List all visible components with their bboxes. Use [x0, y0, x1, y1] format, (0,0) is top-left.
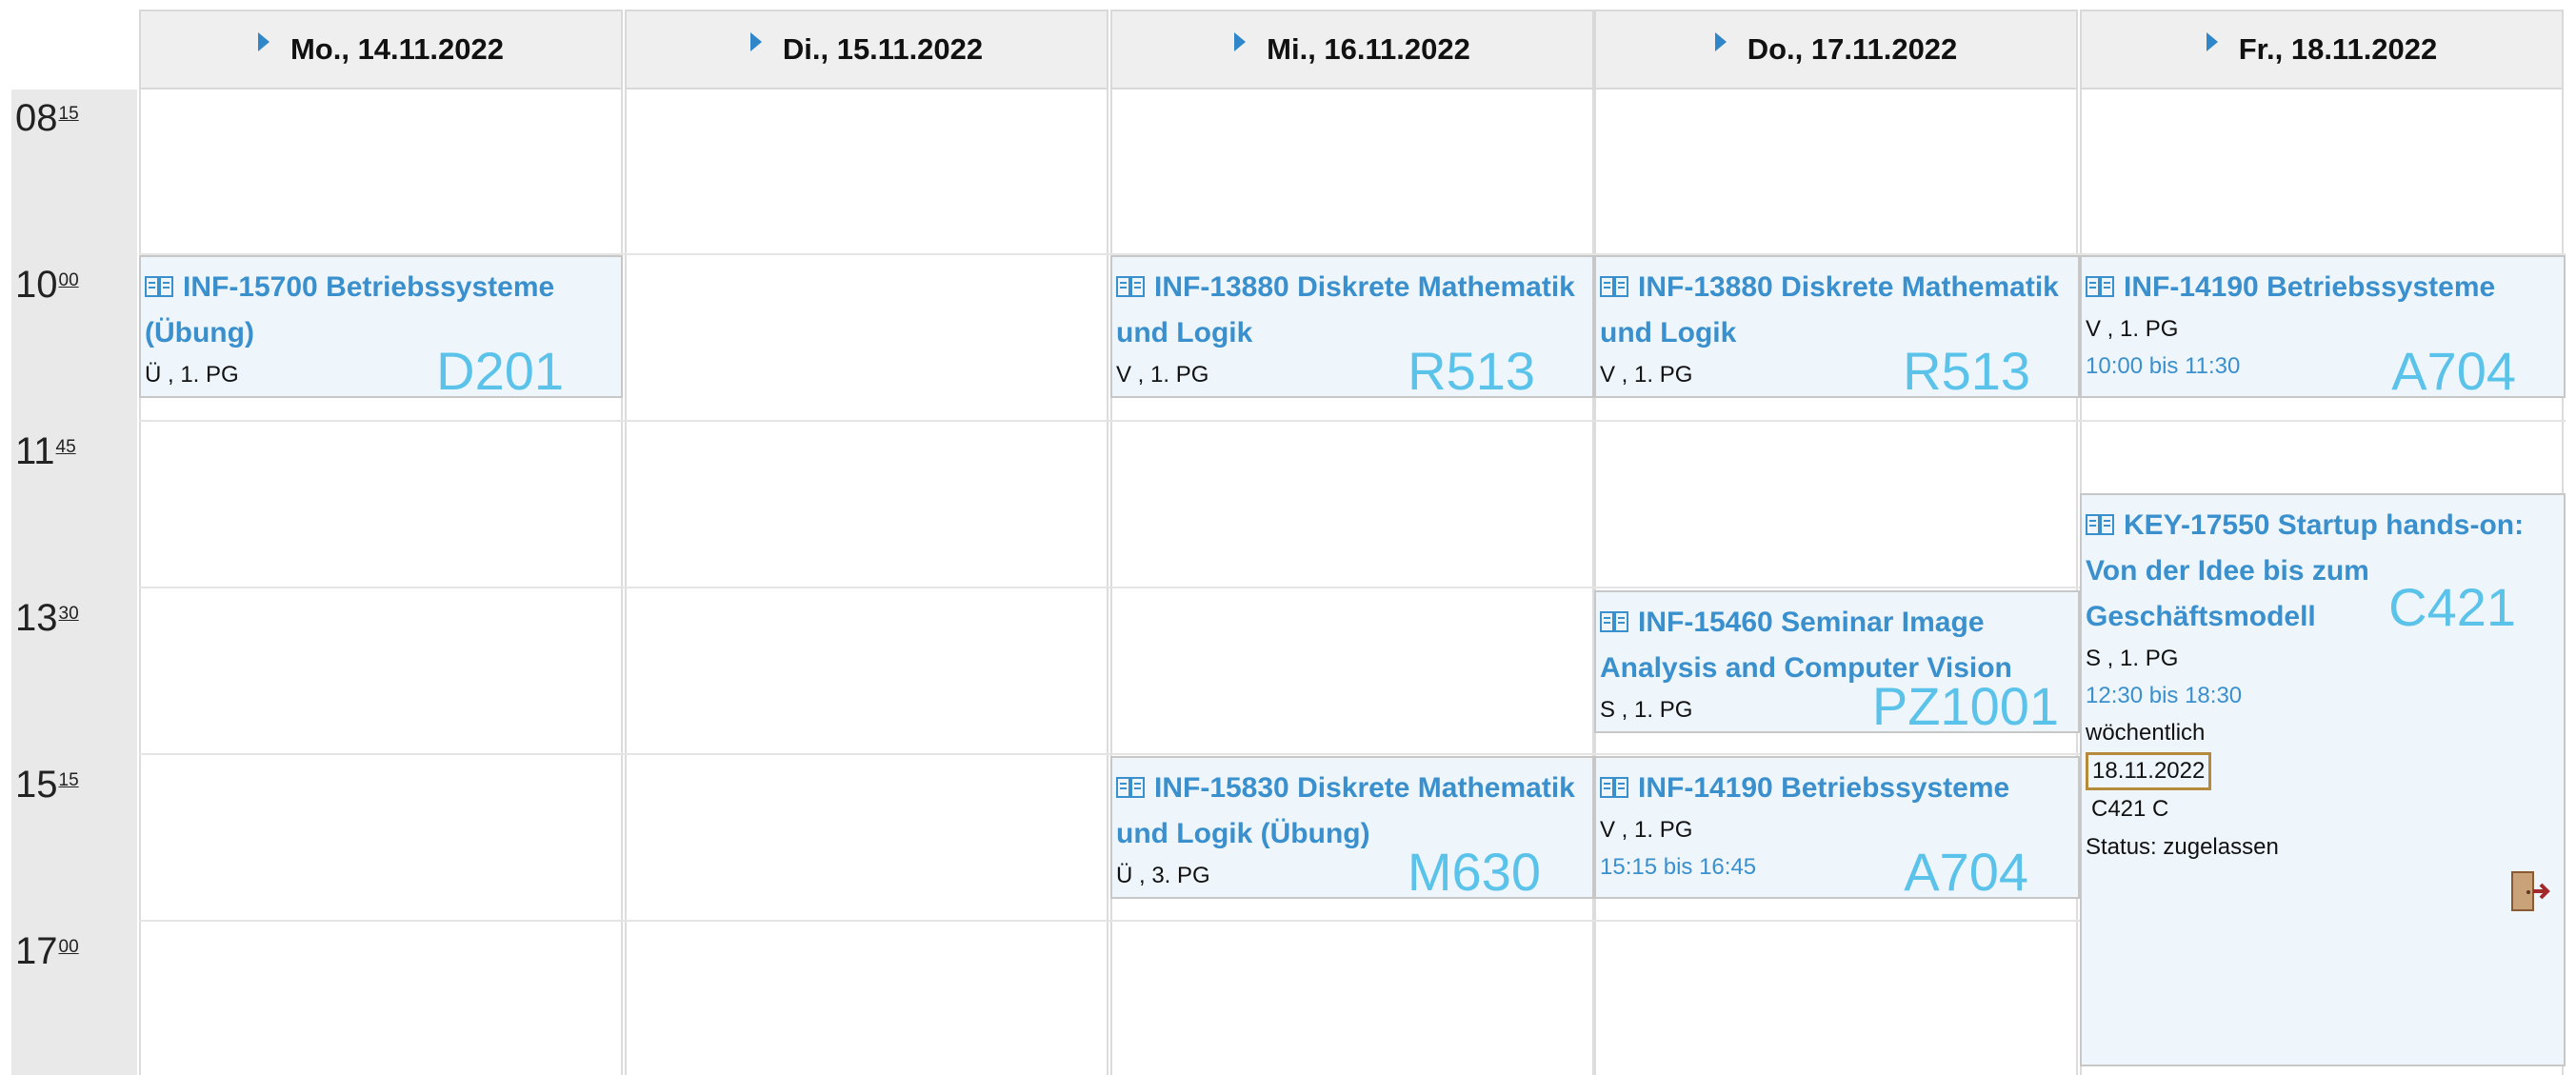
day-header-thu: Do., 17.11.2022 — [1594, 10, 2078, 90]
day-column-tue — [625, 90, 1108, 1075]
chevron-right-icon[interactable] — [1714, 32, 1727, 51]
event-thu-diskrete-mathematik[interactable]: INF-13880 Diskrete Mathematik und Logik … — [1594, 255, 2080, 398]
time-slot-label: 1700 — [15, 930, 79, 972]
time-column — [11, 90, 137, 1075]
event-title-link[interactable]: INF-14190 Betriebssysteme — [2086, 265, 2558, 310]
chevron-right-icon[interactable] — [749, 32, 762, 51]
book-icon — [1600, 777, 1628, 798]
event-date-box[interactable]: 18.11.2022 — [2086, 752, 2212, 790]
day-date-label: Mo., 14.11.2022 — [290, 32, 505, 66]
event-status-label: Status: zugelassen — [2086, 834, 2279, 860]
event-thu-betriebssysteme[interactable]: INF-14190 Betriebssysteme V , 1. PG 15:1… — [1594, 756, 2080, 899]
day-header-mon: Mo., 14.11.2022 — [139, 10, 623, 90]
event-thu-seminar-image-analysis[interactable]: INF-15460 Seminar Image Analysis and Com… — [1594, 590, 2080, 733]
event-mon-betriebssysteme-uebung[interactable]: INF-15700 Betriebssysteme (Übung) Ü , 1.… — [139, 255, 623, 398]
time-slot-label: 1000 — [15, 264, 79, 306]
event-room-label: R513 — [1408, 341, 1535, 398]
book-icon — [1600, 276, 1628, 297]
event-room-label: M630 — [1407, 842, 1541, 899]
day-date-label: Fr., 18.11.2022 — [2238, 32, 2438, 66]
event-fri-startup-hands-on[interactable]: KEY-17550 Startup hands-on: Von der Idee… — [2080, 493, 2566, 1066]
time-slot-label: 1145 — [15, 430, 76, 472]
book-icon — [145, 276, 173, 297]
day-header-wed: Mi., 16.11.2022 — [1110, 10, 1594, 90]
time-slot-label: 1330 — [15, 597, 79, 639]
day-column-thu — [1594, 90, 2078, 1075]
time-slot-label: 0815 — [15, 97, 79, 139]
event-room-line: C421 C — [2091, 796, 2169, 822]
book-icon — [1116, 777, 1145, 798]
event-wed-diskrete-mathematik-uebung[interactable]: INF-15830 Diskrete Mathematik und Logik … — [1110, 756, 1594, 899]
event-room-label: R513 — [1903, 341, 2030, 398]
book-icon — [1600, 611, 1628, 632]
event-time-label: 12:30 bis 18:30 — [2086, 683, 2243, 708]
day-date-label: Do., 17.11.2022 — [1747, 32, 1958, 66]
book-icon — [2086, 276, 2114, 297]
chevron-right-icon[interactable] — [1234, 32, 1247, 51]
day-header-tue: Di., 15.11.2022 — [625, 10, 1108, 90]
day-column-mon — [139, 90, 623, 1075]
row-divider — [139, 420, 2566, 422]
time-slot-label: 1515 — [15, 764, 79, 806]
event-room-label: A704 — [1904, 842, 2028, 899]
day-header-fri: Fr., 18.11.2022 — [2080, 10, 2564, 90]
day-column-wed — [1110, 90, 1594, 1075]
exit-door-icon[interactable] — [2508, 868, 2550, 914]
day-date-label: Di., 15.11.2022 — [782, 32, 984, 66]
event-fri-betriebssysteme[interactable]: INF-14190 Betriebssysteme V , 1. PG 10:0… — [2080, 255, 2566, 398]
book-icon — [2086, 514, 2114, 535]
event-frequency-label: wöchentlich — [2086, 720, 2206, 746]
book-icon — [1116, 276, 1145, 297]
event-room-label: A704 — [2391, 341, 2516, 398]
day-date-label: Mi., 16.11.2022 — [1267, 32, 1470, 66]
event-room-label: C421 — [2388, 577, 2516, 637]
chevron-right-icon[interactable] — [257, 32, 270, 51]
event-room-label: PZ1001 — [1871, 676, 2059, 733]
event-room-label: D201 — [436, 341, 564, 398]
event-type-label: S , 1. PG — [2086, 646, 2179, 671]
chevron-right-icon[interactable] — [2206, 32, 2218, 51]
event-title-link[interactable]: INF-14190 Betriebssysteme — [1600, 766, 2072, 811]
event-wed-diskrete-mathematik[interactable]: INF-13880 Diskrete Mathematik und Logik … — [1110, 255, 1594, 398]
